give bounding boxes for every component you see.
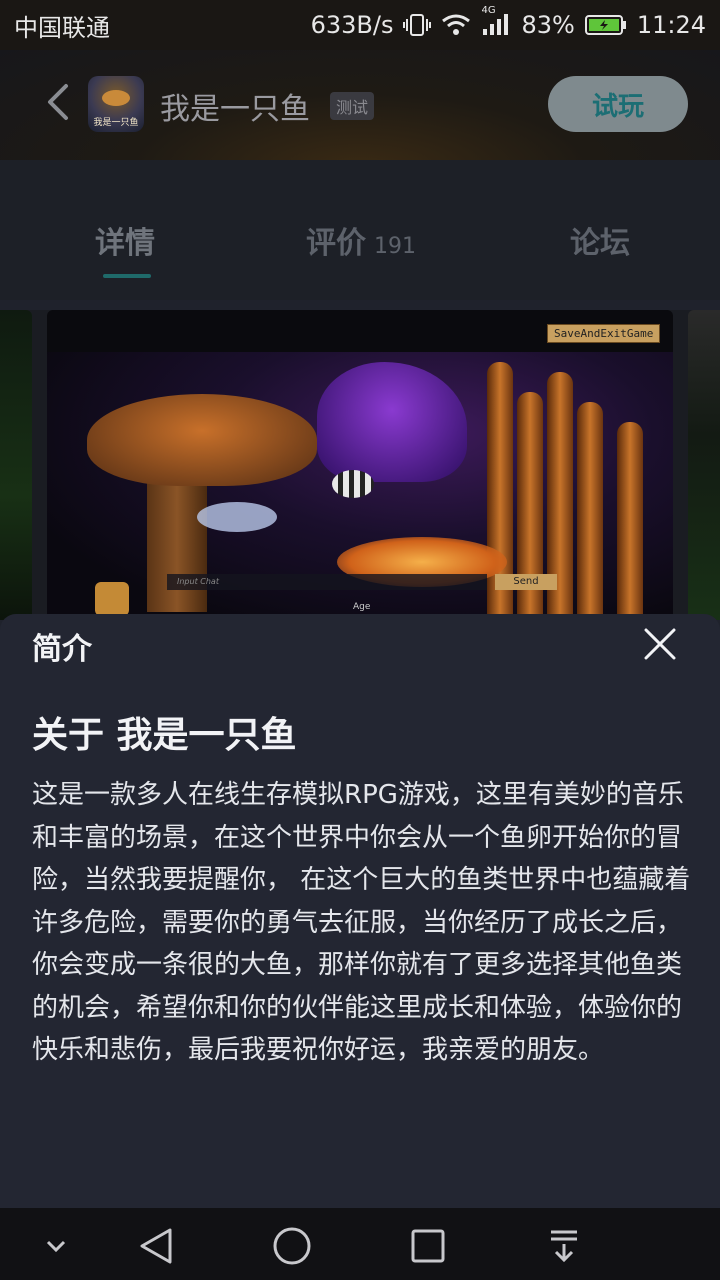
tab-bar: 详情 评价 191 论坛 — [0, 160, 720, 300]
signal-icon: 4G — [481, 5, 511, 37]
fish-shape — [197, 502, 277, 532]
carrier-label: 中国联通 — [14, 13, 110, 42]
purple-mushroom — [317, 362, 467, 482]
tab-reviews[interactable]: 评价 191 — [306, 218, 416, 262]
age-label: Age — [353, 602, 371, 612]
chevron-down-icon[interactable] — [36, 1226, 76, 1266]
status-icons: 633B/s 4G 83% 11:24 — [310, 5, 706, 39]
app-icon-text: 我是一只鱼 — [93, 118, 139, 128]
about-heading: 关于 我是一只鱼 — [32, 715, 297, 756]
save-exit-button: SaveAndExitGame — [547, 324, 661, 343]
app-name: 我是一只鱼 — [160, 92, 310, 127]
intro-sheet: 简介 关于 我是一只鱼 这是一款多人在线生存模拟RPG游戏，这里有美妙的音乐和丰… — [0, 614, 720, 1208]
screenshot-next[interactable] — [688, 310, 720, 620]
system-nav-bar — [0, 1208, 720, 1280]
recents-square-icon[interactable] — [408, 1226, 448, 1266]
dpad-icon — [95, 582, 129, 616]
reviews-count: 191 — [374, 234, 416, 259]
network-type: 4G — [481, 5, 496, 16]
battery-icon — [584, 14, 627, 36]
close-icon — [644, 628, 676, 660]
notification-pull-icon[interactable] — [544, 1226, 584, 1266]
chevron-left-icon — [48, 84, 68, 120]
coral — [617, 422, 643, 620]
sheet-title: 简介 — [32, 632, 92, 667]
vibrate-icon — [403, 13, 432, 37]
mushroom-cap — [87, 394, 317, 486]
clock: 11:24 — [636, 11, 706, 39]
tab-details-label: 详情 — [95, 226, 155, 261]
active-tab-indicator — [103, 274, 151, 278]
back-button[interactable] — [44, 82, 74, 122]
screenshot-main[interactable]: SaveAndExitGame Input Chat Send Age — [47, 310, 673, 620]
app-icon: 我是一只鱼 — [88, 76, 144, 132]
description-text: 这是一款多人在线生存模拟RPG游戏，这里有美妙的音乐和丰富的场景，在这个世界中你… — [32, 780, 691, 1065]
send-button: Send — [495, 574, 557, 590]
battery-percent: 83% — [521, 11, 575, 39]
try-play-button[interactable]: 试玩 — [548, 76, 688, 132]
coral — [577, 402, 603, 620]
status-bar: 中国联通 633B/s 4G 83% 11:24 — [0, 0, 720, 50]
home-circle-icon[interactable] — [272, 1226, 312, 1266]
screenshot-prev[interactable] — [0, 310, 32, 620]
test-badge: 测试 — [330, 92, 375, 120]
screenshot-carousel[interactable]: SaveAndExitGame Input Chat Send Age — [0, 310, 720, 620]
mushroom-stem — [147, 472, 207, 612]
wifi-icon — [441, 13, 471, 37]
back-triangle-icon[interactable] — [136, 1226, 176, 1266]
network-speed: 633B/s — [310, 11, 394, 39]
tab-reviews-label: 评价 — [306, 226, 366, 261]
tab-details[interactable]: 详情 — [95, 218, 155, 262]
tab-forum[interactable]: 论坛 — [570, 218, 630, 262]
tab-forum-label: 论坛 — [570, 226, 630, 261]
chat-input: Input Chat — [167, 574, 487, 590]
fish-icon — [102, 90, 130, 106]
app-header: 我是一只鱼 我是一只鱼 测试 试玩 — [0, 50, 720, 160]
close-button[interactable] — [640, 624, 680, 664]
striped-fish — [332, 470, 374, 498]
